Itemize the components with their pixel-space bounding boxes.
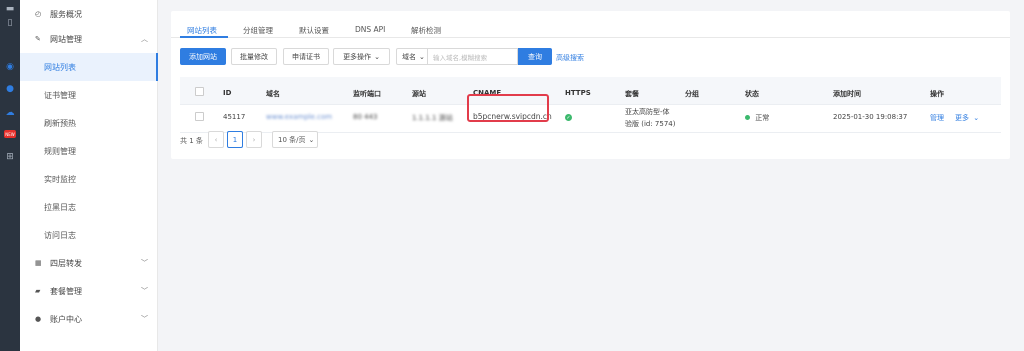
col-origin: 源站 bbox=[412, 90, 426, 98]
chevron-down-icon: ⌄ bbox=[973, 114, 980, 122]
site-icon: ✎ bbox=[35, 35, 41, 43]
tab-groups[interactable]: 分组管理 bbox=[243, 25, 273, 36]
chevron-down-icon: ﹀ bbox=[141, 287, 148, 295]
more-ops-label: 更多操作 bbox=[343, 52, 372, 61]
more-actions-dropdown[interactable]: 更多 ⌄ bbox=[955, 113, 979, 123]
user-icon: ● bbox=[35, 315, 42, 323]
tab-dns-check[interactable]: 解析检测 bbox=[411, 25, 441, 36]
sidebar-item-label: 网站管理 bbox=[50, 34, 82, 44]
sidebar: ◴ 服务概况 ✎ 网站管理 ︿ 网站列表 证书管理 刷新预热 规则管理 实时监控… bbox=[20, 0, 158, 351]
https-enabled-icon: ✓ bbox=[565, 114, 572, 121]
sidebar-item-cert[interactable]: 证书管理 bbox=[20, 81, 158, 109]
col-https: HTTPS bbox=[565, 89, 591, 97]
sidebar-item-l4-forward[interactable]: ▦ 四层转发 ﹀ bbox=[20, 249, 158, 277]
cloud-icon[interactable]: ◉ bbox=[3, 60, 17, 74]
table-row: 45117 www.example.com 80 443 1.1.1.1 源站 … bbox=[180, 105, 1001, 133]
batch-edit-button[interactable]: 批量修改 bbox=[231, 48, 277, 65]
cell-domain[interactable]: www.example.com bbox=[266, 113, 332, 121]
col-plan: 套餐 bbox=[625, 90, 639, 98]
sidebar-item-label: 套餐管理 bbox=[50, 286, 82, 296]
advanced-search-link[interactable]: 高级搜索 bbox=[556, 53, 584, 63]
cell-origin: 1.1.1.1 源站 bbox=[412, 114, 453, 122]
cell-port: 80 443 bbox=[353, 113, 378, 121]
tab-bar: 网站列表 分组管理 默认设置 DNS API 解析检测 bbox=[171, 11, 1010, 38]
sidebar-item-label: 实时监控 bbox=[44, 174, 76, 184]
select-all-checkbox[interactable] bbox=[195, 87, 204, 96]
sidebar-item-overview[interactable]: ◴ 服务概况 bbox=[20, 0, 158, 28]
cell-plan-line1: 亚太高防型-体 bbox=[625, 108, 670, 116]
chevron-down-icon: ⌄ bbox=[374, 52, 380, 61]
tab-defaults[interactable]: 默认设置 bbox=[299, 25, 329, 36]
sidebar-item-block-log[interactable]: 拉黑日志 bbox=[20, 193, 158, 221]
cell-added: 2025-01-30 19:08:37 bbox=[833, 113, 908, 121]
page-size-select[interactable]: 10 条/页 ⌄ bbox=[272, 131, 318, 148]
add-site-button[interactable]: 添加网站 bbox=[180, 48, 226, 65]
more-label: 更多 bbox=[955, 114, 969, 122]
home-icon[interactable]: ▬ bbox=[3, 2, 17, 16]
row-checkbox[interactable] bbox=[195, 112, 204, 121]
cell-status: 正常 bbox=[745, 113, 769, 123]
col-status: 状态 bbox=[745, 90, 759, 98]
next-page-button[interactable]: › bbox=[246, 131, 262, 148]
search-field-label: 域名 bbox=[402, 52, 416, 61]
chevron-down-icon: ﹀ bbox=[141, 315, 148, 323]
active-tab-indicator bbox=[180, 36, 228, 38]
col-added: 添加时间 bbox=[833, 90, 861, 98]
sidebar-item-label: 网站列表 bbox=[44, 62, 76, 72]
sidebar-item-label: 服务概况 bbox=[50, 9, 82, 19]
sidebar-item-refresh[interactable]: 刷新预热 bbox=[20, 109, 158, 137]
cname-highlight-box bbox=[467, 94, 549, 122]
pagination-total: 共 1 条 bbox=[180, 137, 203, 145]
col-id: ID bbox=[223, 89, 232, 97]
sidebar-item-label: 四层转发 bbox=[50, 258, 82, 268]
app-rail: ▬ ▯ ◉ ● ☁ NEW ⊞ bbox=[0, 0, 20, 351]
col-domain: 域名 bbox=[266, 90, 280, 98]
plus-square-icon[interactable]: ⊞ bbox=[3, 150, 17, 164]
col-actions: 操作 bbox=[930, 90, 944, 98]
forward-icon: ▦ bbox=[35, 259, 42, 267]
prev-page-button[interactable]: ‹ bbox=[208, 131, 224, 148]
sidebar-item-package[interactable]: ▰ 套餐管理 ﹀ bbox=[20, 277, 158, 305]
search-button[interactable]: 查询 bbox=[518, 48, 552, 65]
package-icon: ▰ bbox=[35, 287, 41, 295]
sidebar-item-label: 证书管理 bbox=[44, 90, 76, 100]
cdn-icon[interactable]: ☁ bbox=[3, 106, 17, 120]
site-list-card: 网站列表 分组管理 默认设置 DNS API 解析检测 添加网站 批量修改 申请… bbox=[171, 11, 1010, 159]
table-header: ID 域名 监听端口 源站 CNAME HTTPS 套餐 分组 状态 添加时间 … bbox=[180, 77, 1001, 105]
page-size-label: 10 条/页 bbox=[278, 135, 306, 144]
col-port: 监听端口 bbox=[353, 90, 381, 98]
sidebar-item-label: 拉黑日志 bbox=[44, 202, 76, 212]
manage-link[interactable]: 管理 bbox=[930, 113, 944, 123]
search-input[interactable]: 输入域名,模糊搜索 bbox=[428, 48, 518, 65]
chevron-down-icon: ﹀ bbox=[141, 259, 148, 267]
cell-plan-line2: 验版 (id: 7574) bbox=[625, 120, 676, 128]
chevron-down-icon: ⌄ bbox=[419, 52, 425, 61]
tab-site-list[interactable]: 网站列表 bbox=[187, 25, 217, 36]
search-field-select[interactable]: 域名 ⌄ bbox=[396, 48, 428, 65]
new-badge-icon[interactable]: NEW bbox=[4, 130, 16, 138]
more-ops-dropdown[interactable]: 更多操作 ⌄ bbox=[333, 48, 390, 65]
mobile-icon[interactable]: ▯ bbox=[3, 16, 17, 30]
col-group: 分组 bbox=[685, 90, 699, 98]
chevron-down-icon: ⌄ bbox=[308, 135, 315, 144]
chevron-up-icon: ︿ bbox=[141, 35, 148, 43]
status-text: 正常 bbox=[755, 114, 770, 122]
sidebar-item-label: 刷新预热 bbox=[44, 118, 76, 128]
sidebar-item-label: 规则管理 bbox=[44, 146, 76, 156]
status-dot-icon bbox=[745, 115, 750, 120]
tab-dns-api[interactable]: DNS API bbox=[355, 25, 385, 34]
sidebar-item-access-log[interactable]: 访问日志 bbox=[20, 221, 158, 249]
sidebar-item-monitor[interactable]: 实时监控 bbox=[20, 165, 158, 193]
sidebar-item-account[interactable]: ● 账户中心 ﹀ bbox=[20, 305, 158, 333]
shield-icon[interactable]: ● bbox=[3, 82, 17, 96]
sidebar-item-label: 访问日志 bbox=[44, 230, 76, 240]
sidebar-item-label: 账户中心 bbox=[50, 314, 82, 324]
page-1-button[interactable]: 1 bbox=[227, 131, 243, 148]
sidebar-item-rules[interactable]: 规则管理 bbox=[20, 137, 158, 165]
dashboard-icon: ◴ bbox=[35, 10, 42, 18]
cell-id: 45117 bbox=[223, 113, 246, 121]
apply-cert-button[interactable]: 申请证书 bbox=[283, 48, 329, 65]
sidebar-item-site-list[interactable]: 网站列表 bbox=[20, 53, 158, 81]
sidebar-item-site-management[interactable]: ✎ 网站管理 ︿ bbox=[20, 25, 158, 53]
